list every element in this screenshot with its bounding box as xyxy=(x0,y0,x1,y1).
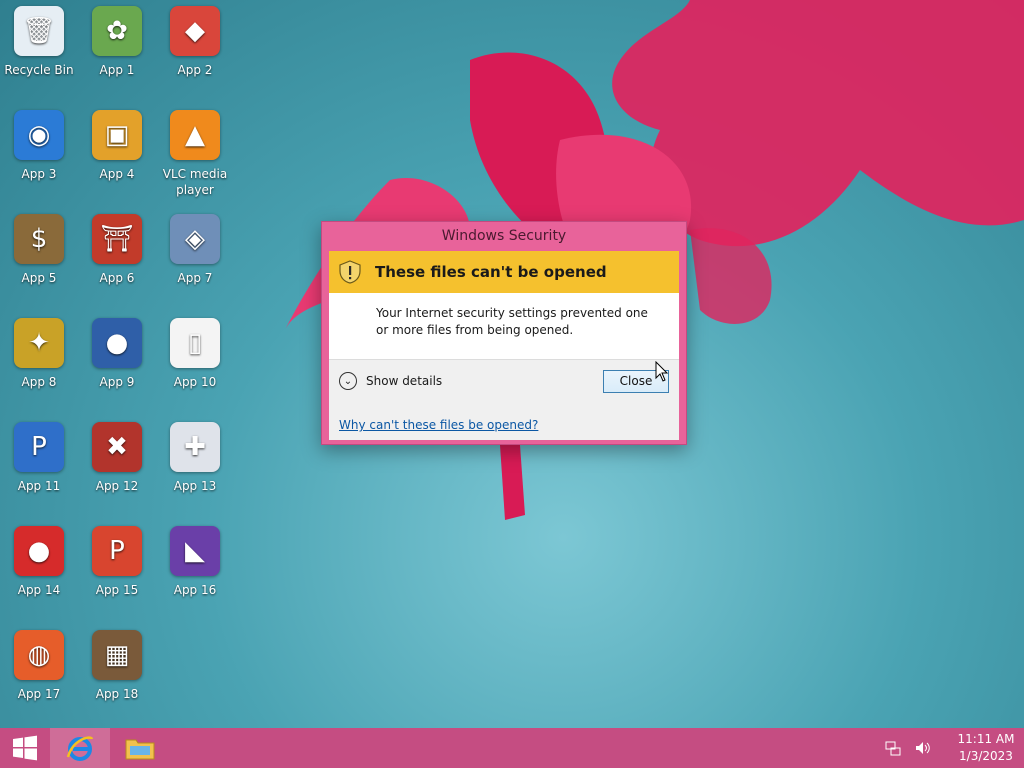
desktop-icon-glyph: ✖ xyxy=(92,422,142,472)
desktop-icon-glyph: ◆ xyxy=(170,6,220,56)
desktop-icon[interactable]: ▣ App 4 xyxy=(78,110,156,214)
desktop-icon[interactable]: ● App 9 xyxy=(78,318,156,422)
desktop-icon[interactable]: P App 15 xyxy=(78,526,156,630)
desktop-icon-glyph: ✚ xyxy=(170,422,220,472)
help-link[interactable]: Why can't these files be opened? xyxy=(339,418,538,432)
desktop-icon-label: App 7 xyxy=(177,271,213,285)
internet-explorer-icon xyxy=(66,736,94,761)
desktop-icon-label: App 4 xyxy=(99,167,135,181)
desktop-icon[interactable]: ▲ VLC media player xyxy=(156,110,234,214)
dialog-title: Windows Security xyxy=(441,228,567,244)
desktop-icon-label: App 18 xyxy=(95,687,139,701)
dialog-message: Your Internet security settings prevente… xyxy=(376,306,648,337)
desktop-icon-label: App 14 xyxy=(17,583,61,597)
taskbar-clock[interactable]: 11:11 AM 1/3/2023 xyxy=(948,731,1024,765)
desktop-icon[interactable]: ▦ App 18 xyxy=(78,630,156,734)
chevron-down-icon: ⌄ xyxy=(339,372,357,390)
desktop-icon-glyph: ▯ xyxy=(170,318,220,368)
desktop-icon-label: App 15 xyxy=(95,583,139,597)
desktop-icon-glyph: ◈ xyxy=(170,214,220,264)
desktop-icon[interactable]: P App 11 xyxy=(0,422,78,526)
desktop-icon-label: VLC media player xyxy=(162,167,228,197)
desktop-icon-glyph: ◉ xyxy=(14,110,64,160)
desktop-icon-label: App 10 xyxy=(173,375,217,389)
desktop-icon-glyph: ◣ xyxy=(170,526,220,576)
desktop-icon[interactable]: ✿ App 1 xyxy=(78,6,156,110)
mouse-cursor-icon xyxy=(655,361,669,382)
desktop-icon[interactable]: ⛩ App 6 xyxy=(78,214,156,318)
dialog-footer: Why can't these files be opened? xyxy=(329,402,679,440)
clock-time: 11:11 AM xyxy=(957,732,1015,746)
system-tray: 11:11 AM 1/3/2023 xyxy=(878,728,1024,768)
clock-date: 1/3/2023 xyxy=(959,749,1013,763)
taskbar-file-explorer[interactable] xyxy=(110,728,170,768)
desktop-icon[interactable]: ✚ App 13 xyxy=(156,422,234,526)
desktop-icon-glyph: ✦ xyxy=(14,318,64,368)
taskbar: 11:11 AM 1/3/2023 xyxy=(0,728,1024,768)
desktop-icon-glyph: $ xyxy=(14,214,64,264)
show-details-button[interactable]: ⌄ Show details xyxy=(339,372,442,390)
dialog-headline: These files can't be opened xyxy=(375,263,607,281)
warning-banner: These files can't be opened xyxy=(329,251,679,293)
desktop-icon-label: App 11 xyxy=(17,479,61,493)
desktop-icon-glyph: 🗑 xyxy=(14,6,64,56)
desktop-icon-glyph: ✿ xyxy=(92,6,142,56)
desktop-icon[interactable]: ◣ App 16 xyxy=(156,526,234,630)
desktop-icon-glyph: ● xyxy=(92,318,142,368)
desktop-icon-glyph: P xyxy=(14,422,64,472)
desktop-icon[interactable]: ◉ App 3 xyxy=(0,110,78,214)
taskbar-internet-explorer[interactable] xyxy=(50,728,110,768)
desktop-icon-label: App 12 xyxy=(95,479,139,493)
desktop-icon-label: App 16 xyxy=(173,583,217,597)
desktop-icon[interactable]: ◍ App 17 xyxy=(0,630,78,734)
desktop-icon-glyph: ▣ xyxy=(92,110,142,160)
desktop-icon-glyph: ⛩ xyxy=(92,214,142,264)
desktop-icon-glyph: P xyxy=(92,526,142,576)
desktop-icon-glyph: ● xyxy=(14,526,64,576)
dialog-body: These files can't be opened Your Interne… xyxy=(329,251,679,440)
desktop-icon-glyph: ◍ xyxy=(14,630,64,680)
desktop-icon-glyph: ▦ xyxy=(92,630,142,680)
desktop-icon[interactable]: ◆ App 2 xyxy=(156,6,234,110)
network-icon[interactable] xyxy=(882,737,904,759)
desktop-icon-label: App 1 xyxy=(99,63,135,77)
desktop-icon[interactable]: ✦ App 8 xyxy=(0,318,78,422)
desktop-icon-label: Recycle Bin xyxy=(4,63,74,77)
desktop-icon-grid: 🗑 Recycle Bin ✿ App 1 ◆ App 2 ◉ App 3 ▣ App 4 ▲ VLC… xyxy=(0,0,240,728)
desktop-icon-label: App 2 xyxy=(177,63,213,77)
desktop-icon[interactable]: ◈ App 7 xyxy=(156,214,234,318)
desktop-icon-label: App 9 xyxy=(99,375,135,389)
desktop-icon[interactable]: ▯ App 10 xyxy=(156,318,234,422)
desktop-icon-glyph: ▲ xyxy=(170,110,220,160)
show-details-label: Show details xyxy=(366,374,443,388)
desktop-icon[interactable]: 🗑 Recycle Bin xyxy=(0,6,78,110)
windows-logo-icon xyxy=(13,735,37,761)
shield-warning-icon xyxy=(339,260,361,284)
desktop-icon-label: App 17 xyxy=(17,687,61,701)
volume-icon[interactable] xyxy=(912,737,934,759)
start-button[interactable] xyxy=(0,728,50,768)
desktop-icon-label: App 6 xyxy=(99,271,135,285)
folder-icon xyxy=(125,739,155,760)
desktop-icon-label: App 5 xyxy=(21,271,57,285)
desktop-icon[interactable]: ✖ App 12 xyxy=(78,422,156,526)
dialog-action-row: ⌄ Show details Close xyxy=(329,360,679,402)
desktop-icon-label: App 13 xyxy=(173,479,217,493)
desktop-icon-label: App 3 xyxy=(21,167,57,181)
windows-security-dialog: Windows Security These files can't be op… xyxy=(321,221,687,445)
desktop-icon[interactable]: $ App 5 xyxy=(0,214,78,318)
desktop-icon-label: App 8 xyxy=(21,375,57,389)
desktop-icon[interactable]: ● App 14 xyxy=(0,526,78,630)
